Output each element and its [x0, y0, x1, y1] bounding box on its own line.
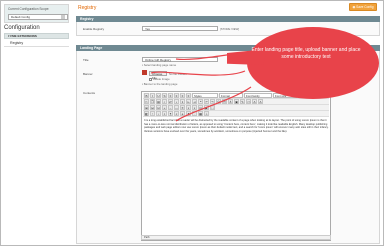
media-icon[interactable]: ▶ [204, 105, 209, 110]
bullet-list-icon[interactable]: • [174, 99, 179, 104]
template-icon[interactable]: ▦ [198, 111, 203, 116]
configuration-title: Configuration [4, 25, 40, 31]
wysiwyg-editor: B I U S ≡ ≡ ≡ ≡ Styles Format Font famil… [141, 91, 331, 241]
bold-button[interactable]: B [144, 93, 149, 98]
page-title: Registry [78, 5, 97, 11]
contents-label: Contents [83, 91, 96, 95]
banner-note: ▪ Banner to the landing page [142, 82, 177, 86]
help-icon[interactable] [61, 15, 65, 19]
title-input[interactable]: Online Gift Registry [142, 57, 218, 62]
style-props-icon[interactable]: ¶ [168, 111, 173, 116]
callout-text: Enter landing page title, upload banner … [251, 47, 361, 60]
save-config-button[interactable]: ◉ Save Config [349, 3, 377, 11]
link-icon[interactable]: ⚲ [216, 99, 221, 104]
cut-icon[interactable]: ✂ [144, 99, 149, 104]
pagebreak-icon[interactable]: ⊥ [204, 111, 209, 116]
search-icon[interactable]: ⌕ [162, 99, 167, 104]
section-title: Landing Page [80, 46, 103, 50]
hr-icon[interactable]: ― [174, 105, 179, 110]
scope-select[interactable]: Default Config [8, 14, 68, 20]
align-center-button[interactable]: ≡ [174, 93, 179, 98]
redo-icon[interactable]: ↷ [210, 99, 215, 104]
numbered-list-icon[interactable]: 1 [180, 99, 185, 104]
save-config-label: Save Config [356, 5, 374, 9]
replace-icon[interactable]: ⇄ [168, 99, 173, 104]
row-props-icon[interactable]: ⊟ [150, 105, 155, 110]
title-label: Title [83, 58, 89, 62]
strikethrough-button[interactable]: S [162, 93, 167, 98]
window-frame: Current Configuration Scope: Default Con… [0, 0, 384, 246]
paste-icon[interactable]: ▤ [156, 99, 161, 104]
checkbox-icon[interactable] [149, 77, 152, 81]
move-forward-icon[interactable]: ↑ [150, 111, 155, 116]
editor-toolbar-row-4: ◧ ↑ ↓ ⌖ ¶ c a ¶ · ▦ ⊥ [143, 111, 329, 117]
justify-button[interactable]: ≡ [186, 93, 191, 98]
remove-format-icon[interactable]: ✕ [180, 105, 185, 110]
quote-icon[interactable]: ❝ [198, 99, 203, 104]
styles-select[interactable]: Styles [192, 93, 218, 98]
italic-button[interactable]: I [150, 93, 155, 98]
cell-props-icon[interactable]: ⊡ [156, 105, 161, 110]
banner-thumbnail [142, 70, 147, 75]
enable-registry-select[interactable]: Yes [142, 26, 218, 31]
banner-note-text: Banner to the landing page [143, 82, 178, 86]
underline-button[interactable]: U [156, 93, 161, 98]
editor-path-bar: Path: [141, 235, 331, 240]
choose-file-button[interactable]: Choose File [149, 71, 167, 80]
undo-icon[interactable]: ↶ [204, 99, 209, 104]
scope-label: Current Configuration Scope: [8, 7, 50, 11]
align-left-button[interactable]: ≡ [168, 93, 173, 98]
delete-image-checkbox[interactable]: Delete Image [149, 77, 170, 81]
cite-icon[interactable]: c [174, 111, 179, 116]
superscript-icon[interactable]: x [192, 105, 197, 110]
outdent-icon[interactable]: ⇤ [186, 99, 191, 104]
align-right-button[interactable]: ≡ [180, 93, 185, 98]
table-icon[interactable]: ⊞ [144, 105, 149, 110]
banner-label: Banner [83, 72, 93, 76]
fullscreen-icon[interactable]: ⛶ [210, 105, 215, 110]
title-note: ▪ Select landing page name [142, 63, 176, 67]
enable-registry-label: Enable Registry [83, 27, 105, 31]
no-file-text: No file chosen [169, 72, 187, 76]
callout-shape [227, 27, 379, 99]
title-note-text: Select landing page name [143, 63, 177, 67]
indent-icon[interactable]: ⇥ [192, 99, 197, 104]
delete-image-label: Delete Image [153, 77, 170, 81]
editor-content[interactable]: It is a long established fact that a rea… [144, 119, 329, 133]
abbr-icon[interactable]: a [180, 111, 185, 116]
insert-row-icon[interactable]: + [162, 105, 167, 110]
absolute-icon[interactable]: ⌖ [162, 111, 167, 116]
visual-chars-icon[interactable]: ¶ [186, 111, 191, 116]
charmap-icon[interactable]: Ω [198, 105, 203, 110]
section-title: Registry [80, 17, 94, 21]
delete-row-icon[interactable]: − [168, 105, 173, 110]
tab-registry[interactable]: Registry [4, 39, 69, 47]
nonbreaking-icon[interactable]: · [192, 111, 197, 116]
move-backward-icon[interactable]: ↓ [156, 111, 161, 116]
annotation-callout: Enter landing page title, upload banner … [227, 19, 382, 105]
tab-group-label: FME EXTENSIONS [10, 34, 37, 38]
subscript-icon[interactable]: x [186, 105, 191, 110]
copy-icon[interactable]: ❐ [150, 99, 155, 104]
insert-layer-icon[interactable]: ◧ [144, 111, 149, 116]
scope-switcher: Current Configuration Scope: Default Con… [4, 4, 69, 23]
